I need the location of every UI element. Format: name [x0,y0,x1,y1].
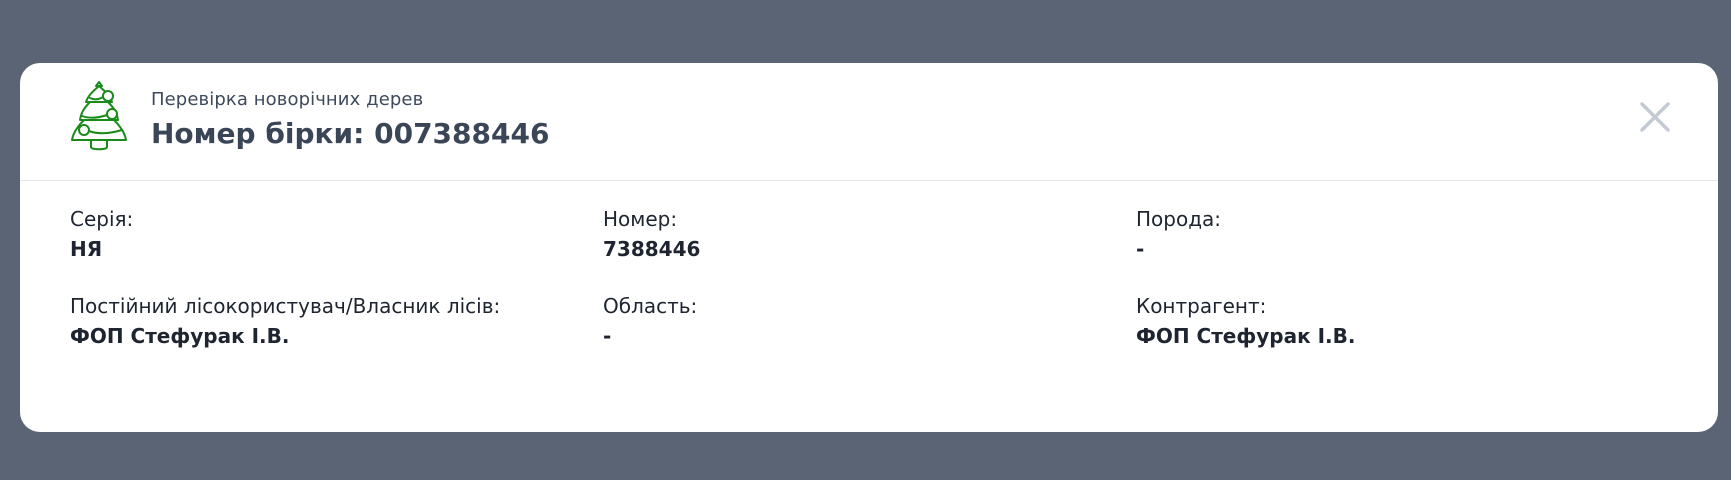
tag-number-title: Номер бірки: 007388446 [151,117,550,150]
field-label: Контрагент: [1136,294,1267,318]
christmas-tree-icon [71,81,127,151]
field-value: ФОП Стефурак І.В. [70,324,290,348]
field-number: Номер: 7388446 [603,206,700,262]
field-value: - [1136,237,1145,261]
field-forest-owner: Постійний лісокористувач/Власник лісів: … [70,293,500,349]
tag-check-modal: Перевірка новорічних дерев Номер бірки: … [20,63,1718,432]
field-label: Область: [603,294,698,318]
field-label: Порода: [1136,207,1222,231]
field-value: - [603,324,612,348]
field-label: Серія: [70,207,134,231]
field-breed: Порода: - [1136,206,1221,262]
field-value: ФОП Стефурак І.В. [1136,324,1356,348]
field-value: 7388446 [603,237,701,261]
close-icon[interactable] [1635,97,1675,137]
modal-header: Перевірка новорічних дерев Номер бірки: … [20,63,1718,181]
field-series: Серія: НЯ [70,206,133,262]
field-value: НЯ [70,237,103,261]
field-label: Номер: [603,207,678,231]
field-region: Область: - [603,293,697,349]
field-label: Постійний лісокористувач/Власник лісів: [70,294,501,318]
modal-subtitle: Перевірка новорічних дерев [151,89,424,110]
field-counterparty: Контрагент: ФОП Стефурак І.В. [1136,293,1355,349]
